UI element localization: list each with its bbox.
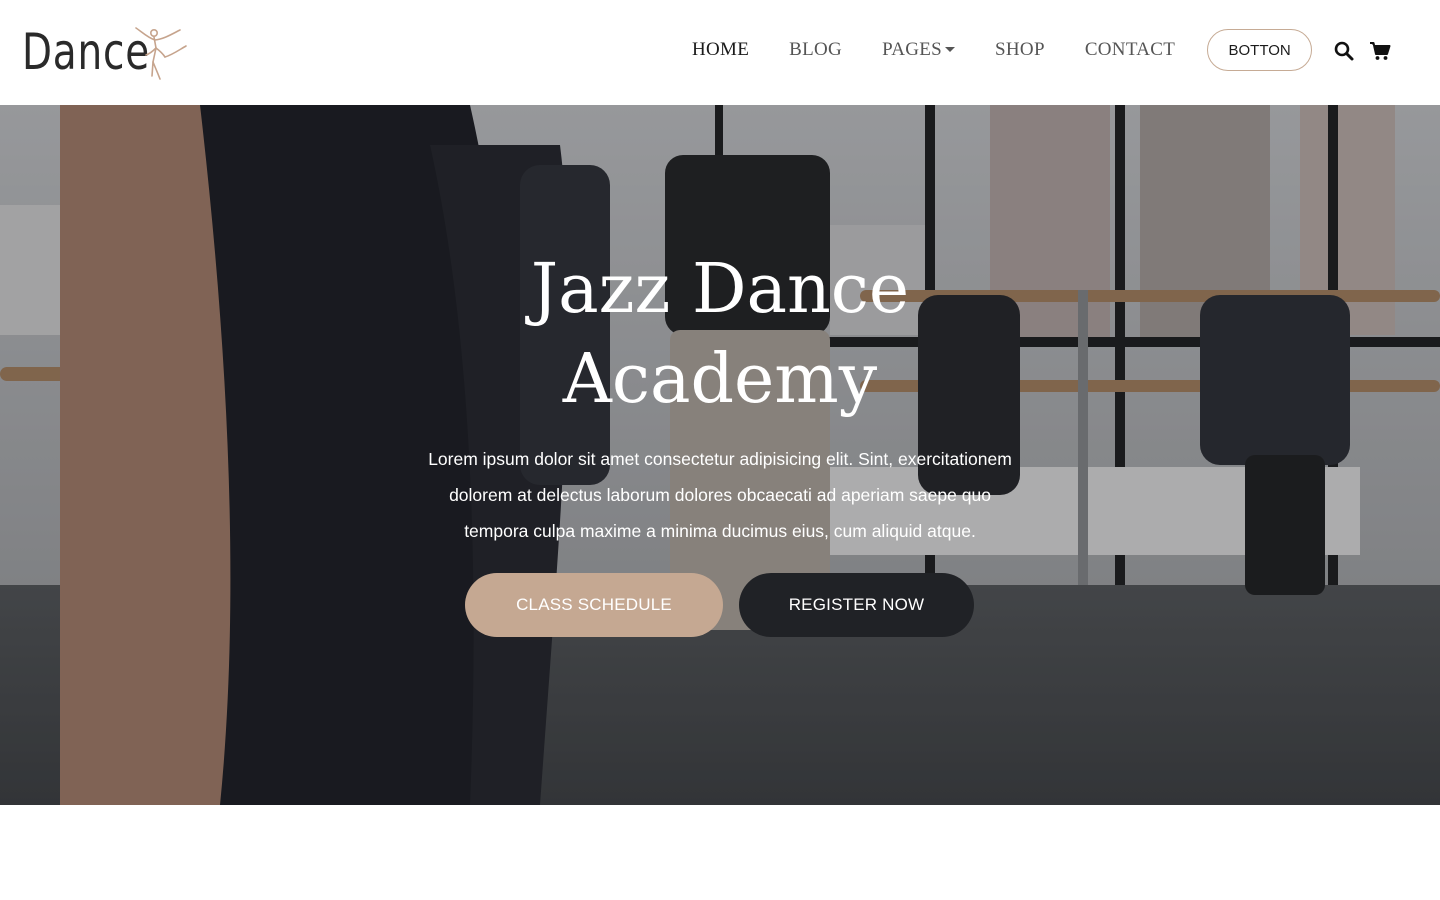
hero-content: Jazz Dance Academy Lorem ipsum dolor sit…	[0, 105, 1440, 805]
hero-title-line-2: Academy	[562, 340, 878, 419]
main-nav: HOME BLOG PAGES SHOP CONTACT BOTTON	[692, 28, 1313, 72]
nav-item-blog[interactable]: BLOG	[789, 39, 842, 61]
cart-icon[interactable]	[1369, 40, 1391, 62]
hero-description-line-2: dolorem at delectus laborum dolores obca…	[449, 485, 991, 505]
hero-description: Lorem ipsum dolor sit amet consectetur a…	[400, 441, 1040, 549]
site-header: Dance HOME BLOG PAGES SHOP CONTACT BOTTO…	[0, 0, 1440, 105]
nav-item-contact[interactable]: CONTACT	[1085, 39, 1175, 61]
nav-item-shop[interactable]: SHOP	[995, 39, 1045, 61]
ballerina-icon	[135, 27, 187, 80]
hero-description-line-1: Lorem ipsum dolor sit amet consectetur a…	[428, 449, 1012, 469]
register-now-button[interactable]: REGISTER NOW	[739, 573, 974, 637]
search-icon[interactable]	[1333, 40, 1355, 62]
chevron-down-icon	[945, 46, 956, 52]
hero-description-line-3: tempora culpa maxime a minima ducimus ei…	[464, 521, 976, 541]
site-logo[interactable]: Dance	[22, 22, 187, 82]
class-schedule-button[interactable]: CLASS SCHEDULE	[465, 573, 723, 637]
header-cta-button[interactable]: BOTTON	[1207, 29, 1313, 71]
nav-item-pages[interactable]: PAGES	[882, 39, 956, 61]
hero-title: Jazz Dance Academy	[420, 245, 1020, 425]
logo-text: Dance	[22, 23, 150, 81]
hero-section: Jazz Dance Academy Lorem ipsum dolor sit…	[0, 105, 1440, 805]
hero-title-line-1: Jazz Dance	[530, 250, 910, 329]
nav-item-pages-label: PAGES	[882, 39, 943, 60]
nav-item-home[interactable]: HOME	[692, 39, 749, 61]
